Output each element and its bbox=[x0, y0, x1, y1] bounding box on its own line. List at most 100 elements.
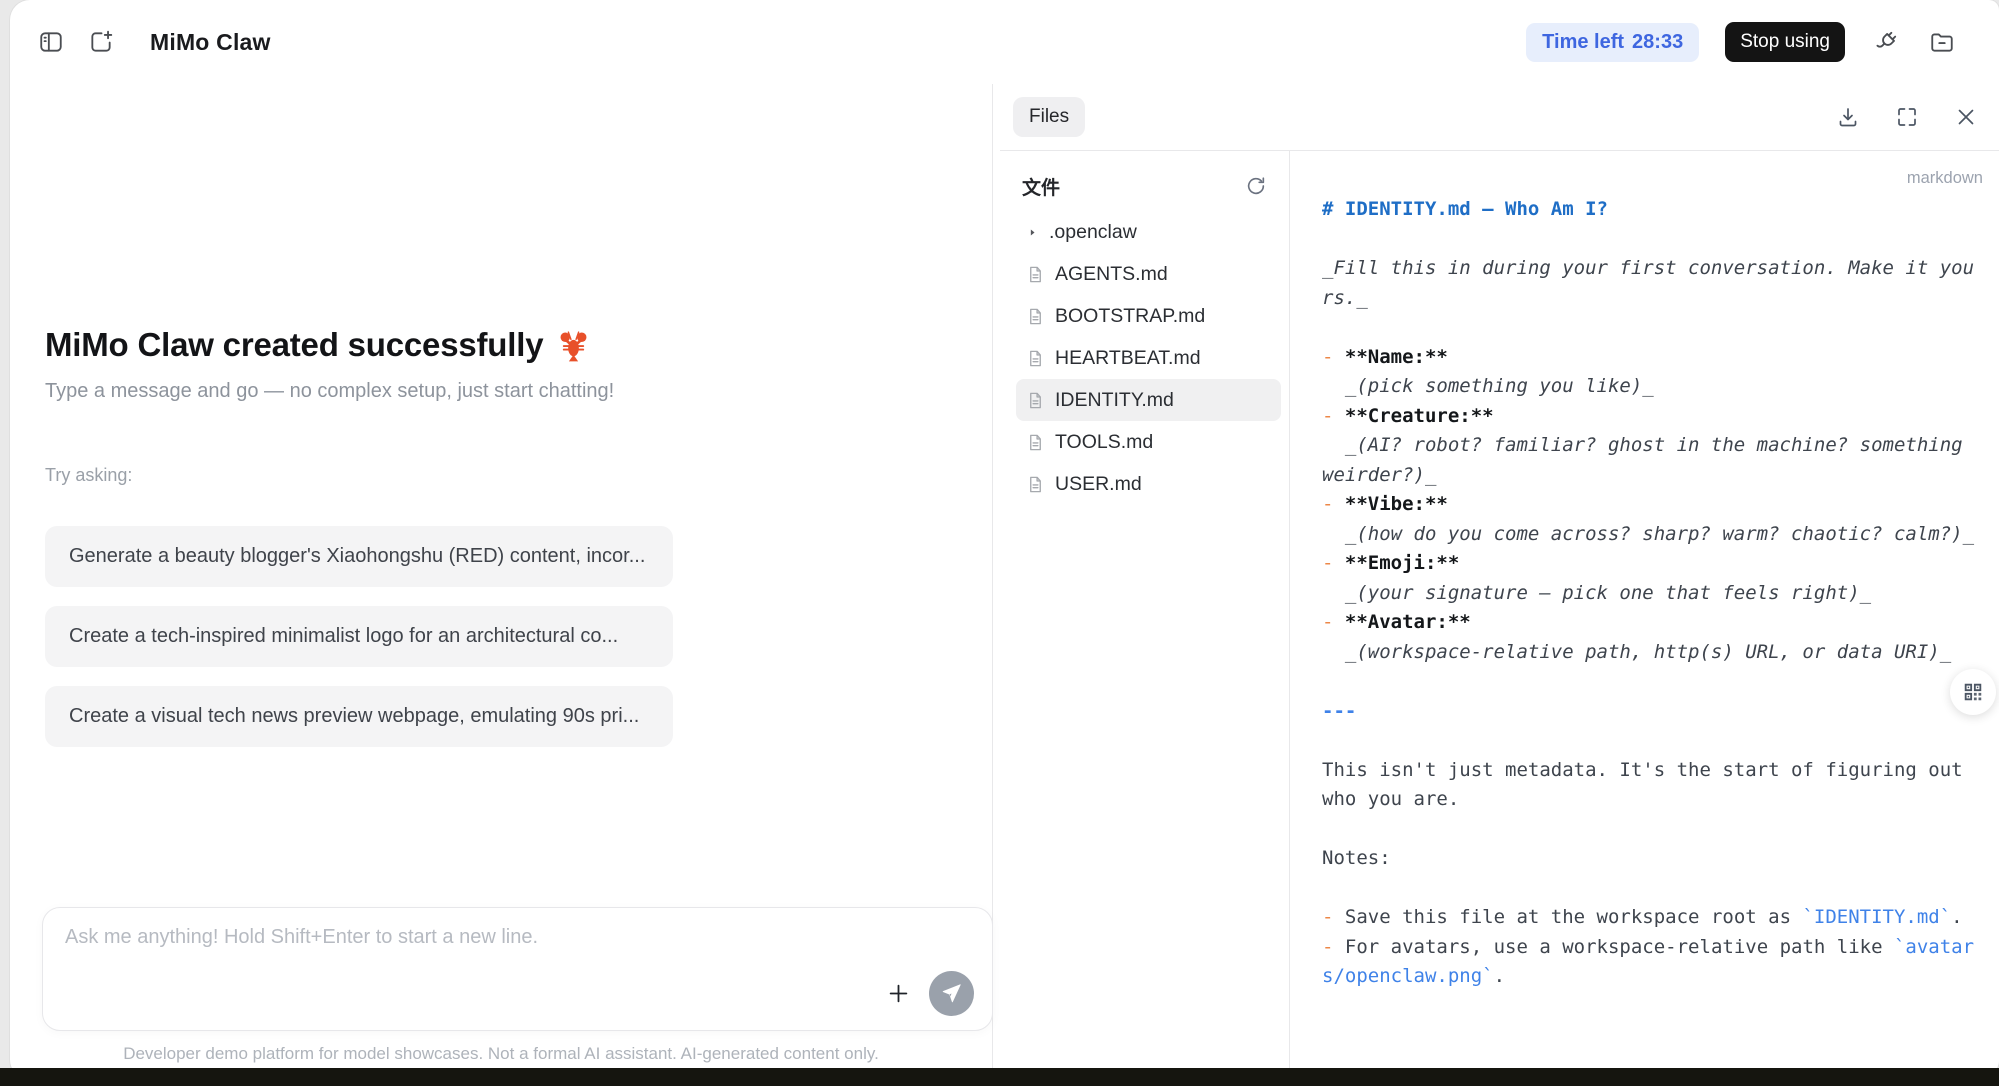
markdown-line: - For avatars, use a workspace-relative … bbox=[1322, 933, 1979, 963]
suggestion-pill[interactable]: Create a visual tech news preview webpag… bbox=[45, 686, 673, 747]
markdown-line bbox=[1322, 726, 1979, 756]
input-controls bbox=[883, 971, 974, 1016]
refresh-icon bbox=[1245, 175, 1267, 197]
markdown-line: weirder?)_ bbox=[1322, 461, 1979, 491]
markdown-line: _(how do you come across? sharp? warm? c… bbox=[1322, 520, 1979, 550]
file-tree-item[interactable]: IDENTITY.md bbox=[1016, 379, 1281, 421]
app-window: MiMo Claw Time left 28:33 Stop using bbox=[10, 0, 1999, 1078]
download-icon bbox=[1836, 105, 1860, 129]
language-label: markdown bbox=[1907, 169, 1983, 188]
suggestion-list: Generate a beauty blogger's Xiaohongshu … bbox=[45, 526, 970, 747]
markdown-line: _(pick something you like)_ bbox=[1322, 372, 1979, 402]
file-name: IDENTITY.md bbox=[1055, 389, 1174, 412]
file-viewer: markdown # IDENTITY.md — Who Am I? _Fill… bbox=[1290, 151, 1999, 1078]
tab-files[interactable]: Files bbox=[1013, 97, 1085, 137]
markdown-line: s/openclaw.png`. bbox=[1322, 962, 1979, 992]
message-input-card bbox=[42, 907, 993, 1031]
download-button[interactable] bbox=[1833, 102, 1863, 132]
expand-icon bbox=[1895, 105, 1919, 129]
markdown-line bbox=[1322, 225, 1979, 255]
markdown-line: who you are. bbox=[1322, 785, 1979, 815]
markdown-line: # IDENTITY.md — Who Am I? bbox=[1322, 195, 1979, 225]
markdown-line: _Fill this in during your first conversa… bbox=[1322, 254, 1979, 284]
close-panel-button[interactable] bbox=[1951, 102, 1981, 132]
qr-code-icon bbox=[1962, 681, 1984, 703]
markdown-line: This isn't just metadata. It's the start… bbox=[1322, 756, 1979, 786]
disclaimer-text: Developer demo platform for model showca… bbox=[32, 1044, 970, 1064]
chat-heading-text: MiMo Claw created successfully bbox=[45, 326, 543, 364]
lobster-emoji bbox=[555, 327, 592, 364]
markdown-line bbox=[1322, 313, 1979, 343]
file-name: .openclaw bbox=[1049, 221, 1137, 244]
markdown-source: # IDENTITY.md — Who Am I? _Fill this in … bbox=[1322, 195, 1979, 992]
file-name: TOOLS.md bbox=[1055, 431, 1153, 454]
file-tree-item[interactable]: BOOTSTRAP.md bbox=[1016, 295, 1281, 337]
files-panel-header: Files bbox=[993, 84, 1999, 150]
suggestion-pill[interactable]: Generate a beauty blogger's Xiaohongshu … bbox=[45, 526, 673, 587]
time-left-label: Time left bbox=[1542, 31, 1624, 54]
file-icon bbox=[1026, 265, 1045, 284]
file-icon bbox=[1026, 433, 1045, 452]
chat-heading: MiMo Claw created successfully bbox=[45, 326, 970, 364]
connector-button[interactable] bbox=[1871, 27, 1901, 57]
fullscreen-button[interactable] bbox=[1892, 102, 1922, 132]
top-bar-right: Time left 28:33 Stop using bbox=[1526, 22, 1957, 62]
sidebar-toggle-icon bbox=[38, 29, 64, 55]
file-list: .openclaw AGENTS.md BOOTSTRAP.md HEARTBEAT.… bbox=[1016, 211, 1281, 505]
try-asking-label: Try asking: bbox=[45, 465, 970, 486]
markdown-line: _(your signature — pick one that feels r… bbox=[1322, 579, 1979, 609]
suggestion-pill[interactable]: Create a tech-inspired minimalist logo f… bbox=[45, 606, 673, 667]
attach-button[interactable] bbox=[883, 979, 913, 1009]
markdown-line: - Save this file at the workspace root a… bbox=[1322, 903, 1979, 933]
file-name: BOOTSTRAP.md bbox=[1055, 305, 1205, 328]
file-tree: 文件 .openclaw AGENTS.md BOOTSTRAP.md HEARTBE… bbox=[1000, 151, 1290, 1078]
file-tree-folder[interactable]: .openclaw bbox=[1016, 211, 1281, 253]
plus-icon bbox=[885, 980, 912, 1007]
main-split: MiMo Claw created successfully T bbox=[10, 84, 1999, 1078]
spacer bbox=[32, 747, 970, 907]
markdown-line: _(workspace-relative path, http(s) URL, … bbox=[1322, 638, 1979, 668]
markdown-line: - **Avatar:** bbox=[1322, 608, 1979, 638]
markdown-line: _(AI? robot? familiar? ghost in the mach… bbox=[1322, 431, 1979, 461]
files-panel: Files bbox=[993, 84, 1999, 1078]
time-left-value: 28:33 bbox=[1632, 31, 1683, 54]
stop-using-button[interactable]: Stop using bbox=[1725, 22, 1845, 62]
top-bar-left: MiMo Claw bbox=[36, 27, 271, 57]
file-icon bbox=[1026, 349, 1045, 368]
file-name: AGENTS.md bbox=[1055, 263, 1168, 286]
send-icon bbox=[941, 983, 962, 1004]
markdown-line: - **Emoji:** bbox=[1322, 549, 1979, 579]
folder-button[interactable] bbox=[1927, 27, 1957, 57]
file-icon bbox=[1026, 475, 1045, 494]
markdown-line: --- bbox=[1322, 697, 1979, 727]
refresh-button[interactable] bbox=[1241, 171, 1271, 201]
file-tree-item[interactable]: AGENTS.md bbox=[1016, 253, 1281, 295]
sidebar-toggle-button[interactable] bbox=[36, 27, 66, 57]
send-button[interactable] bbox=[929, 971, 974, 1016]
top-bar: MiMo Claw Time left 28:33 Stop using bbox=[10, 0, 1999, 84]
message-input[interactable] bbox=[65, 926, 872, 986]
file-name: USER.md bbox=[1055, 473, 1142, 496]
file-name: HEARTBEAT.md bbox=[1055, 347, 1201, 370]
plug-icon bbox=[1873, 29, 1899, 55]
folder-minus-icon bbox=[1929, 29, 1955, 55]
file-icon bbox=[1026, 391, 1045, 410]
time-left-badge: Time left 28:33 bbox=[1526, 23, 1699, 62]
new-chat-button[interactable] bbox=[86, 27, 116, 57]
file-tree-item[interactable]: TOOLS.md bbox=[1016, 421, 1281, 463]
app-title: MiMo Claw bbox=[150, 29, 271, 56]
file-tree-title: 文件 bbox=[1022, 173, 1060, 200]
markdown-line bbox=[1322, 815, 1979, 845]
files-header-actions bbox=[1833, 102, 1981, 132]
file-tree-item[interactable]: USER.md bbox=[1016, 463, 1281, 505]
markdown-line: - **Name:** bbox=[1322, 343, 1979, 373]
new-chat-icon bbox=[88, 29, 114, 55]
file-tree-header: 文件 bbox=[1016, 167, 1281, 205]
markdown-line: - **Vibe:** bbox=[1322, 490, 1979, 520]
file-tree-item[interactable]: HEARTBEAT.md bbox=[1016, 337, 1281, 379]
qr-code-fab[interactable] bbox=[1950, 669, 1996, 715]
chat-subtitle: Type a message and go — no complex setup… bbox=[45, 380, 970, 403]
file-icon bbox=[1026, 307, 1045, 326]
file-browser: 文件 .openclaw AGENTS.md BOOTSTRAP.md HEARTBE… bbox=[1000, 150, 1999, 1078]
desktop-backdrop bbox=[0, 1068, 1999, 1086]
